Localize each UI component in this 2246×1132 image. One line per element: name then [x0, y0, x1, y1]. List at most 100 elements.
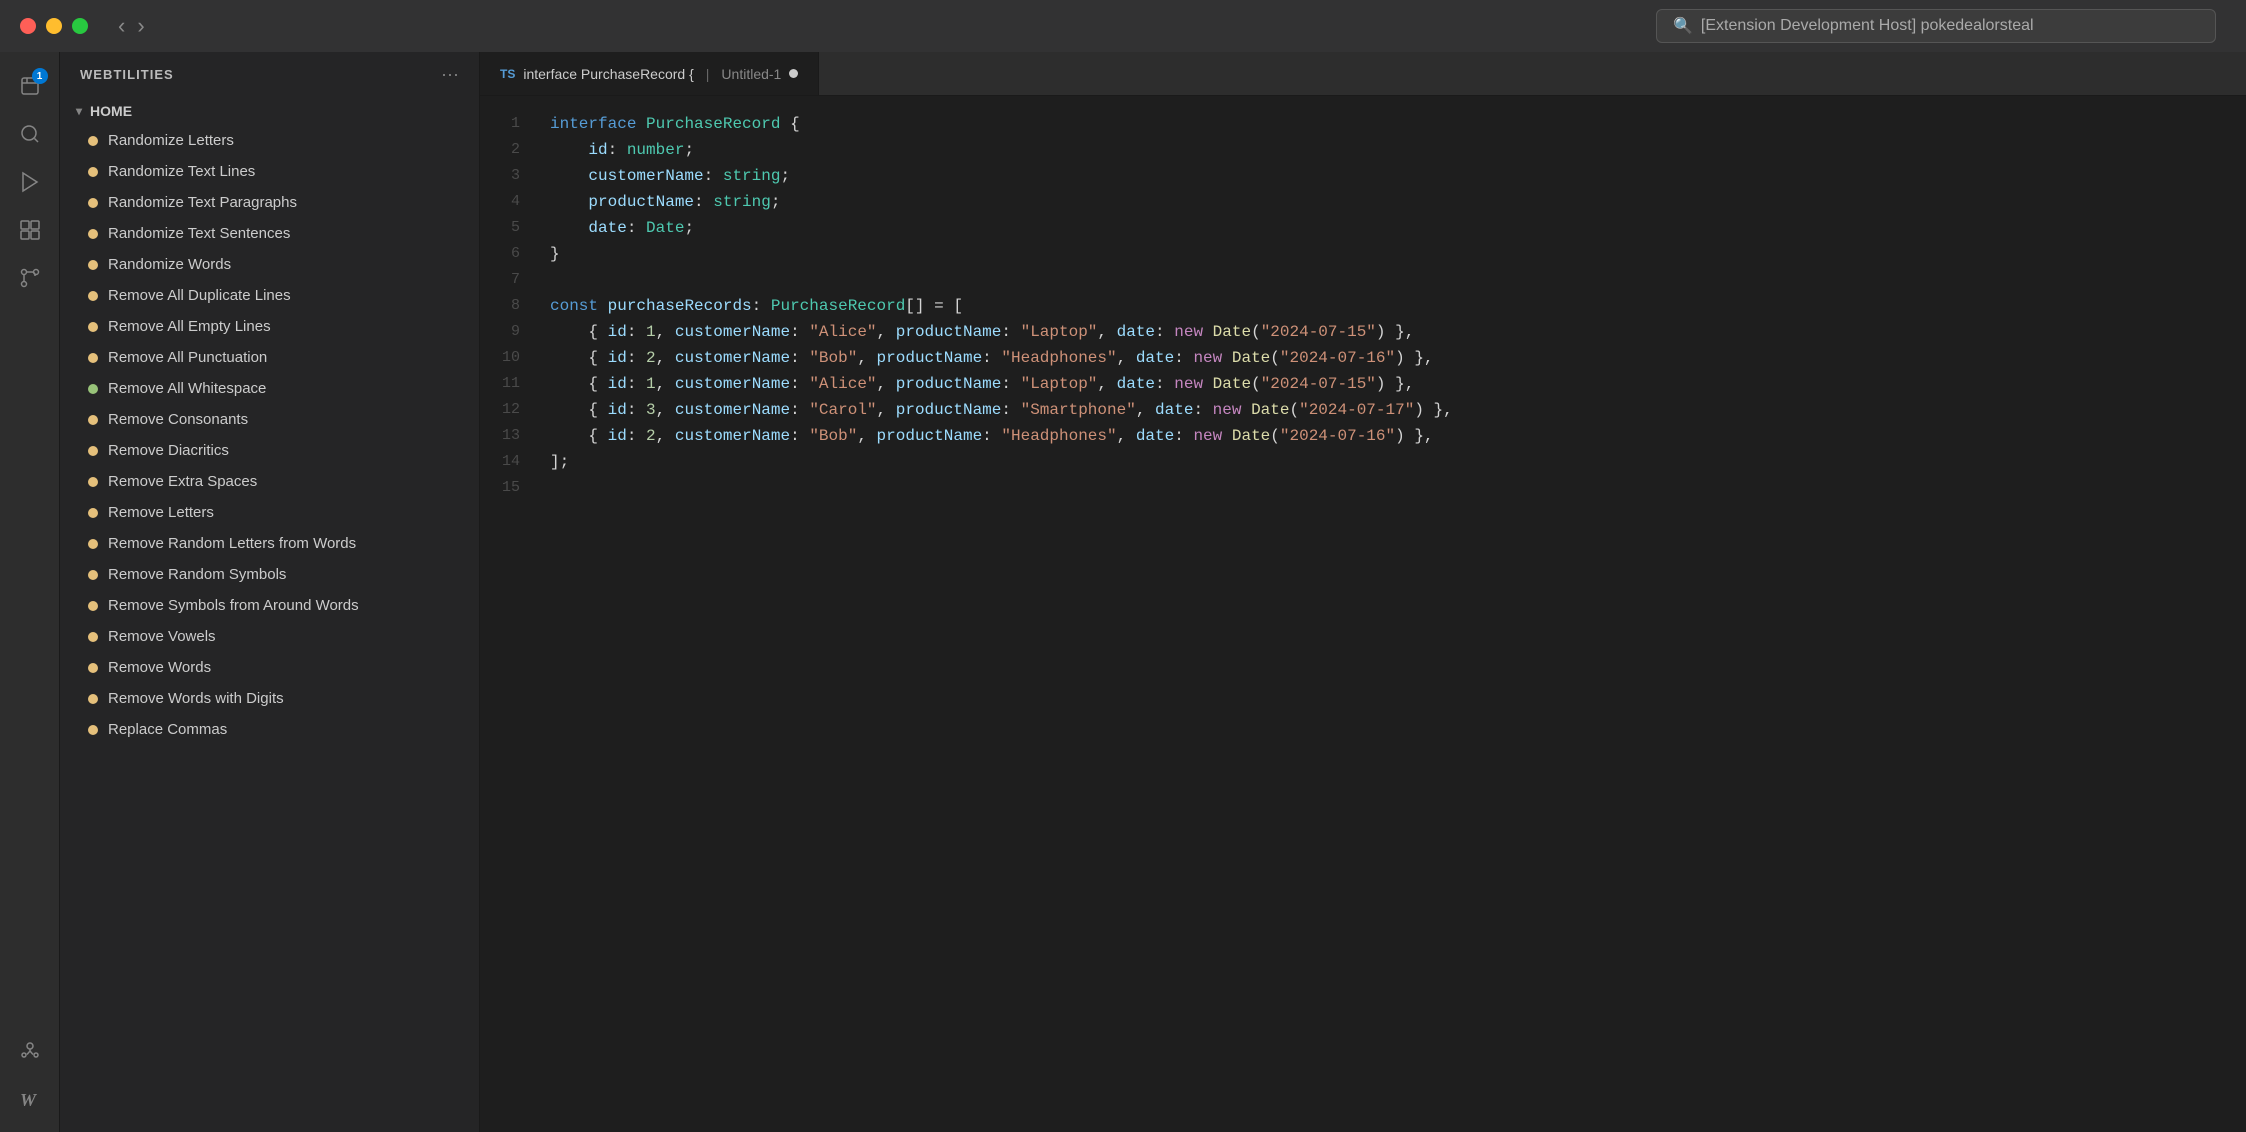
- home-section-header[interactable]: ▾ HOME: [60, 97, 479, 125]
- code-line-6: 6 }: [480, 242, 2246, 268]
- code-line-5: 5 date: Date;: [480, 216, 2246, 242]
- sidebar-title: WEBTILITIES: [80, 67, 174, 82]
- line-content: { id: 1, customerName: "Alice", productN…: [540, 372, 2246, 398]
- list-item[interactable]: Remove All Duplicate Lines: [60, 280, 479, 311]
- status-dot: [88, 415, 98, 425]
- chevron-down-icon: ▾: [76, 104, 82, 118]
- list-item[interactable]: Remove Consonants: [60, 404, 479, 435]
- status-dot: [88, 384, 98, 394]
- status-dot: [88, 229, 98, 239]
- tab-bar: TS interface PurchaseRecord { | Untitled…: [480, 52, 2246, 96]
- source-control-icon[interactable]: [8, 256, 52, 300]
- status-dot: [88, 570, 98, 580]
- run-debug-icon[interactable]: [8, 160, 52, 204]
- item-label: Remove Consonants: [108, 411, 248, 428]
- line-content: { id: 2, customerName: "Bob", productNam…: [540, 346, 2246, 372]
- status-dot: [88, 198, 98, 208]
- title-bar: ‹ › 🔍 [Extension Development Host] poked…: [0, 0, 2246, 52]
- sidebar-content: ▾ HOME Randomize Letters Randomize Text …: [60, 97, 479, 1132]
- search-text: [Extension Development Host] pokedealors…: [1701, 17, 2034, 35]
- item-label: Remove Random Letters from Words: [108, 535, 356, 552]
- item-label: Remove Letters: [108, 504, 214, 521]
- code-editor[interactable]: 1 interface PurchaseRecord { 2 id: numbe…: [480, 96, 2246, 1132]
- list-item[interactable]: Randomize Letters: [60, 125, 479, 156]
- item-label: Remove All Whitespace: [108, 380, 266, 397]
- sidebar-menu-button[interactable]: ···: [441, 64, 459, 85]
- main-layout: 1: [0, 52, 2246, 1132]
- close-button[interactable]: [20, 18, 36, 34]
- explorer-icon[interactable]: 1: [8, 64, 52, 108]
- line-number: 14: [480, 450, 540, 476]
- editor-tab[interactable]: TS interface PurchaseRecord { | Untitled…: [480, 52, 819, 95]
- git-lens-icon[interactable]: [8, 1028, 52, 1072]
- item-label: Remove Random Symbols: [108, 566, 286, 583]
- line-content: date: Date;: [540, 216, 2246, 242]
- line-content: [540, 476, 2246, 502]
- line-number: 15: [480, 476, 540, 502]
- sidebar: WEBTILITIES ··· ▾ HOME Randomize Letters…: [60, 52, 480, 1132]
- list-item[interactable]: Remove All Empty Lines: [60, 311, 479, 342]
- list-item[interactable]: Randomize Text Sentences: [60, 218, 479, 249]
- item-label: Randomize Text Sentences: [108, 225, 290, 242]
- list-item[interactable]: Randomize Words: [60, 249, 479, 280]
- list-item[interactable]: Randomize Text Lines: [60, 156, 479, 187]
- list-item[interactable]: Remove Random Letters from Words: [60, 528, 479, 559]
- list-item[interactable]: Remove Extra Spaces: [60, 466, 479, 497]
- svg-text:W: W: [20, 1090, 38, 1110]
- status-dot: [88, 353, 98, 363]
- forward-button[interactable]: ›: [137, 15, 144, 37]
- line-content: interface PurchaseRecord {: [540, 112, 2246, 138]
- list-item[interactable]: Remove Words: [60, 652, 479, 683]
- line-number: 13: [480, 424, 540, 450]
- list-item[interactable]: Remove Letters: [60, 497, 479, 528]
- line-number: 6: [480, 242, 540, 268]
- list-item[interactable]: Remove Diacritics: [60, 435, 479, 466]
- status-dot: [88, 694, 98, 704]
- line-number: 5: [480, 216, 540, 242]
- webtilities-activity-icon[interactable]: W: [8, 1076, 52, 1120]
- search-activity-icon[interactable]: [8, 112, 52, 156]
- maximize-button[interactable]: [72, 18, 88, 34]
- list-item[interactable]: Remove All Punctuation: [60, 342, 479, 373]
- code-line-10: 10 { id: 2, customerName: "Bob", product…: [480, 346, 2246, 372]
- list-item[interactable]: Remove Vowels: [60, 621, 479, 652]
- list-item[interactable]: Remove Symbols from Around Words: [60, 590, 479, 621]
- line-content: { id: 1, customerName: "Alice", productN…: [540, 320, 2246, 346]
- line-number: 10: [480, 346, 540, 372]
- item-label: Randomize Words: [108, 256, 231, 273]
- line-content: }: [540, 242, 2246, 268]
- status-dot: [88, 291, 98, 301]
- list-item[interactable]: Remove Random Symbols: [60, 559, 479, 590]
- item-label: Randomize Text Lines: [108, 163, 255, 180]
- code-line-12: 12 { id: 3, customerName: "Carol", produ…: [480, 398, 2246, 424]
- line-number: 7: [480, 268, 540, 294]
- list-item[interactable]: Randomize Text Paragraphs: [60, 187, 479, 218]
- traffic-lights: [20, 18, 88, 34]
- back-button[interactable]: ‹: [118, 15, 125, 37]
- item-label: Remove Extra Spaces: [108, 473, 257, 490]
- item-label: Remove Diacritics: [108, 442, 229, 459]
- notification-badge: 1: [32, 68, 48, 84]
- sidebar-header: WEBTILITIES ···: [60, 52, 479, 97]
- line-number: 12: [480, 398, 540, 424]
- code-line-2: 2 id: number;: [480, 138, 2246, 164]
- status-dot: [88, 508, 98, 518]
- status-dot: [88, 477, 98, 487]
- list-item[interactable]: Replace Commas: [60, 714, 479, 745]
- language-badge: TS: [500, 67, 515, 81]
- list-item[interactable]: Remove Words with Digits: [60, 683, 479, 714]
- unsaved-indicator: [789, 69, 798, 78]
- extensions-icon[interactable]: [8, 208, 52, 252]
- line-number: 8: [480, 294, 540, 320]
- code-line-3: 3 customerName: string;: [480, 164, 2246, 190]
- item-label: Remove Words with Digits: [108, 690, 284, 707]
- item-label: Remove Words: [108, 659, 211, 676]
- title-bar-search[interactable]: 🔍 [Extension Development Host] pokedealo…: [1656, 9, 2216, 43]
- line-content: const purchaseRecords: PurchaseRecord[] …: [540, 294, 2246, 320]
- minimize-button[interactable]: [46, 18, 62, 34]
- tab-separator: |: [706, 66, 710, 82]
- editor-area: TS interface PurchaseRecord { | Untitled…: [480, 52, 2246, 1132]
- list-item[interactable]: Remove All Whitespace: [60, 373, 479, 404]
- code-line-8: 8 const purchaseRecords: PurchaseRecord[…: [480, 294, 2246, 320]
- line-content: customerName: string;: [540, 164, 2246, 190]
